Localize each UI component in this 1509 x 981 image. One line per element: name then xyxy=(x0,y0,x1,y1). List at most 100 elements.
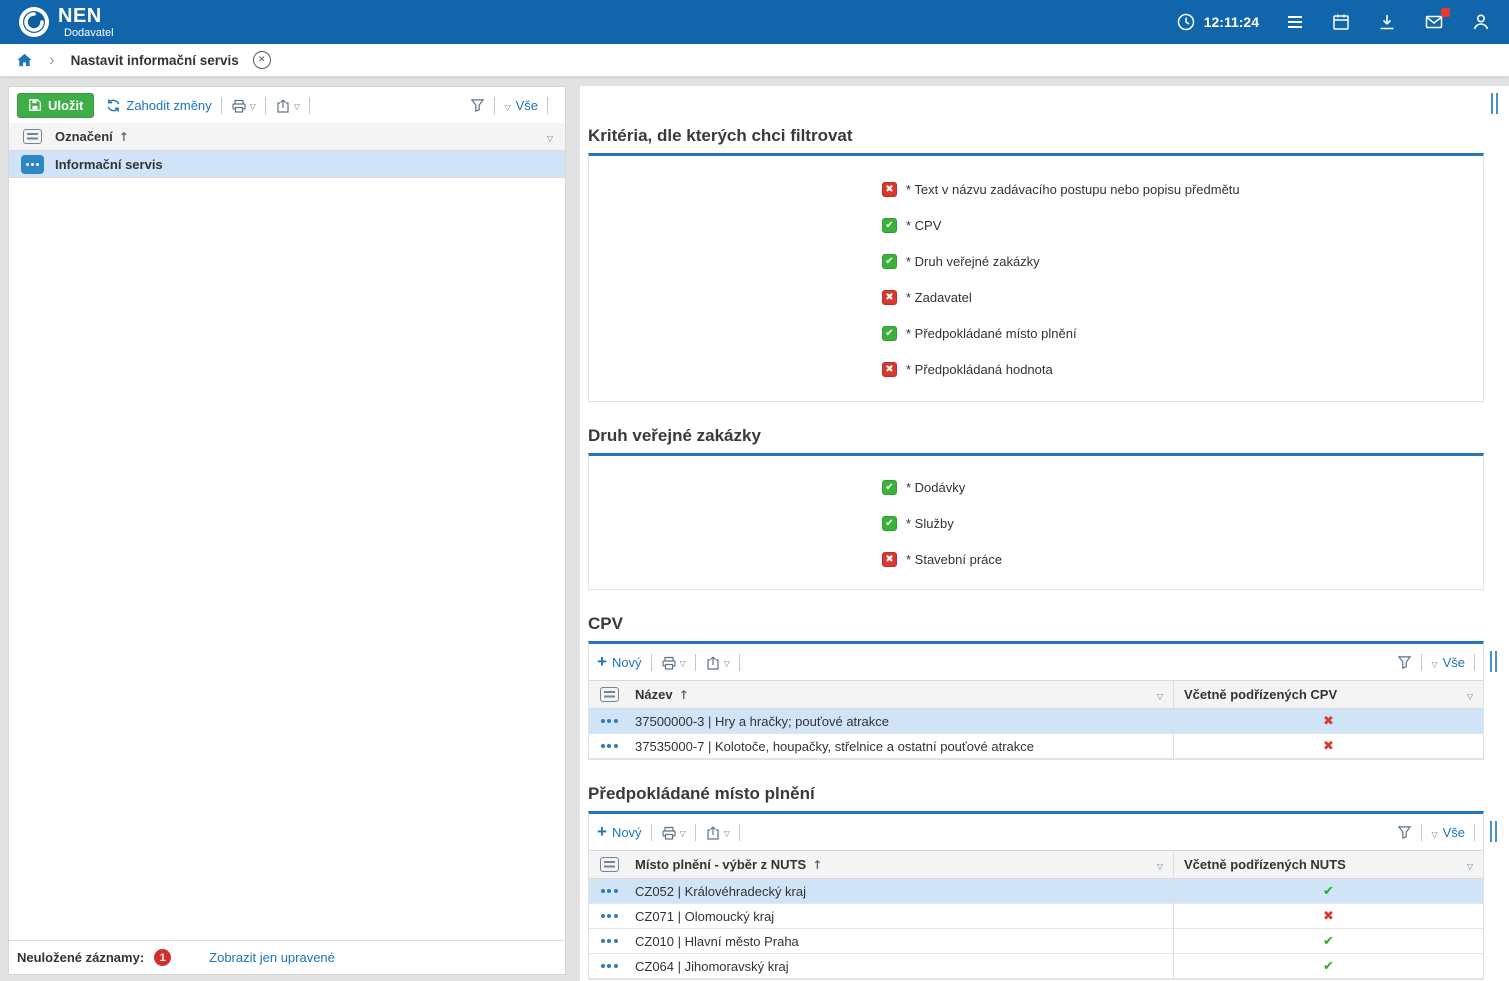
column-filter-caret-icon[interactable] xyxy=(1157,687,1163,702)
sort-ascending-icon[interactable] xyxy=(119,129,129,144)
place-table-header: Místo plnění - výběr z NUTS Včetně podří… xyxy=(589,850,1483,879)
place-table-row[interactable]: CZ052 | Královéhradecký kraj xyxy=(589,879,1483,904)
kind-item-sluzby[interactable]: * Služby xyxy=(589,505,1483,541)
sort-ascending-icon[interactable] xyxy=(812,857,822,872)
included-mark-icon xyxy=(1323,714,1334,729)
home-icon[interactable] xyxy=(16,52,33,69)
place-new-button[interactable]: Nový xyxy=(597,822,642,842)
place-column-misto[interactable]: Místo plnění - výběr z NUTS xyxy=(635,857,806,872)
export-dropdown-caret-icon[interactable] xyxy=(294,96,300,114)
filter-button[interactable] xyxy=(470,98,485,113)
criteria-item-zadavatel[interactable]: * Zadavatel xyxy=(589,279,1483,315)
checkbox-icon[interactable] xyxy=(882,218,897,233)
column-filter-caret-icon[interactable] xyxy=(1467,857,1473,872)
unsaved-count-badge: 1 xyxy=(154,949,171,966)
export-dropdown-caret-icon[interactable] xyxy=(724,653,730,671)
left-panel-footer: Neuložené záznamy: 1 Zobrazit jen uprave… xyxy=(9,940,565,974)
menu-icon[interactable] xyxy=(1285,12,1305,32)
cpv-print-button[interactable] xyxy=(661,653,686,671)
kind-label: * Dodávky xyxy=(906,480,965,495)
column-filter-caret-icon[interactable] xyxy=(1467,687,1473,702)
checkbox-icon[interactable] xyxy=(882,516,897,531)
list-item-informacni-servis[interactable]: Informační servis xyxy=(9,151,565,178)
calendar-icon[interactable] xyxy=(1331,12,1351,32)
unsaved-records-label: Neuložené záznamy: xyxy=(17,950,144,965)
discard-icon xyxy=(106,98,121,113)
criteria-item-hodnota[interactable]: * Předpokládaná hodnota xyxy=(589,351,1483,387)
cpv-toolbar: Nový xyxy=(589,644,1483,680)
page-title: Nastavit informační servis xyxy=(71,53,239,68)
row-options-icon[interactable] xyxy=(21,155,44,174)
cpv-new-button[interactable]: Nový xyxy=(597,652,642,672)
sort-ascending-icon[interactable] xyxy=(679,687,689,702)
row-options-icon[interactable] xyxy=(601,744,618,748)
column-header-oznaceni[interactable]: Označení xyxy=(55,129,113,144)
show-edited-link[interactable]: Zobrazit jen upravené xyxy=(209,950,335,965)
download-icon[interactable] xyxy=(1377,12,1397,32)
checkbox-icon[interactable] xyxy=(882,326,897,341)
user-icon[interactable] xyxy=(1471,12,1491,32)
cpv-column-nazev[interactable]: Název xyxy=(635,687,673,702)
kind-item-dodavky[interactable]: * Dodávky xyxy=(589,469,1483,505)
place-new-label: Nový xyxy=(612,825,642,840)
view-all-button[interactable]: Vše xyxy=(504,98,538,113)
place-row-name: CZ071 | Olomoucký kraj xyxy=(629,909,1173,924)
cpv-table-row[interactable]: 37500000-3 | Hry a hračky; pouťové atrak… xyxy=(589,709,1483,734)
section-criteria: Kritéria, dle kterých chci filtrovat * T… xyxy=(588,116,1484,402)
row-options-icon[interactable] xyxy=(601,719,618,723)
checkbox-icon[interactable] xyxy=(882,182,897,197)
criteria-item-misto[interactable]: * Předpokládané místo plnění xyxy=(589,315,1483,351)
print-dropdown-caret-icon[interactable] xyxy=(250,96,256,114)
print-dropdown-caret-icon[interactable] xyxy=(680,823,686,841)
place-export-button[interactable] xyxy=(705,823,730,841)
column-chooser-icon[interactable] xyxy=(600,857,619,872)
left-panel: Uložit Zahodit změny xyxy=(8,86,566,975)
place-view-all-button[interactable]: Vše xyxy=(1431,825,1465,840)
kind-item-stavebni[interactable]: * Stavební práce xyxy=(589,541,1483,577)
column-chooser-icon[interactable] xyxy=(600,687,619,702)
checkbox-icon[interactable] xyxy=(882,362,897,377)
place-column-included[interactable]: Včetně podřízených NUTS xyxy=(1184,857,1346,872)
save-button[interactable]: Uložit xyxy=(17,93,94,118)
checkbox-icon[interactable] xyxy=(882,290,897,305)
criteria-item-cpv[interactable]: * CPV xyxy=(589,207,1483,243)
mail-icon[interactable] xyxy=(1423,12,1445,32)
export-dropdown-caret-icon[interactable] xyxy=(724,823,730,841)
breadcrumb: Nastavit informační servis xyxy=(0,44,1509,77)
place-print-button[interactable] xyxy=(661,823,686,841)
row-options-icon[interactable] xyxy=(601,964,618,968)
print-dropdown-caret-icon[interactable] xyxy=(680,653,686,671)
column-filter-caret-icon[interactable] xyxy=(1157,857,1163,872)
column-filter-caret-icon[interactable] xyxy=(547,129,553,144)
row-options-icon[interactable] xyxy=(601,939,618,943)
cpv-filter-button[interactable] xyxy=(1397,655,1412,670)
checkbox-icon[interactable] xyxy=(882,552,897,567)
place-table-row[interactable]: CZ064 | Jihomoravský kraj xyxy=(589,954,1483,979)
place-filter-button[interactable] xyxy=(1397,825,1412,840)
checkbox-icon[interactable] xyxy=(882,254,897,269)
discard-changes-button[interactable]: Zahodit změny xyxy=(106,98,211,113)
cpv-table-row[interactable]: 37535000-7 | Kolotoče, houpačky, střelni… xyxy=(589,734,1483,759)
close-tab-icon[interactable] xyxy=(253,51,271,69)
left-toolbar: Uložit Zahodit změny xyxy=(9,87,565,123)
place-table-row[interactable]: CZ071 | Olomoucký kraj xyxy=(589,904,1483,929)
criteria-label: * Předpokládaná hodnota xyxy=(906,362,1053,377)
view-all-caret-icon xyxy=(504,98,510,113)
save-button-label: Uložit xyxy=(48,98,83,113)
cpv-view-all-button[interactable]: Vše xyxy=(1431,655,1465,670)
nen-logo[interactable]: NEN Dodavatel xyxy=(18,6,114,39)
cpv-export-button[interactable] xyxy=(705,653,730,671)
place-table-row[interactable]: CZ010 | Hlavní město Praha xyxy=(589,929,1483,954)
section-place: Předpokládané místo plnění Nový xyxy=(588,774,1484,980)
checkbox-icon[interactable] xyxy=(882,480,897,495)
criteria-item-druh[interactable]: * Druh veřejné zakázky xyxy=(589,243,1483,279)
row-options-icon[interactable] xyxy=(601,889,618,893)
cpv-column-included[interactable]: Včetně podřízených CPV xyxy=(1184,687,1337,702)
cpv-view-all-label: Vše xyxy=(1443,655,1465,670)
section-title-kind: Druh veřejné zakázky xyxy=(588,416,1484,453)
row-options-icon[interactable] xyxy=(601,914,618,918)
print-button[interactable] xyxy=(231,96,256,114)
column-chooser-icon[interactable] xyxy=(23,129,42,144)
criteria-item-text[interactable]: * Text v názvu zadávacího postupu nebo p… xyxy=(589,171,1483,207)
export-button[interactable] xyxy=(275,96,300,114)
